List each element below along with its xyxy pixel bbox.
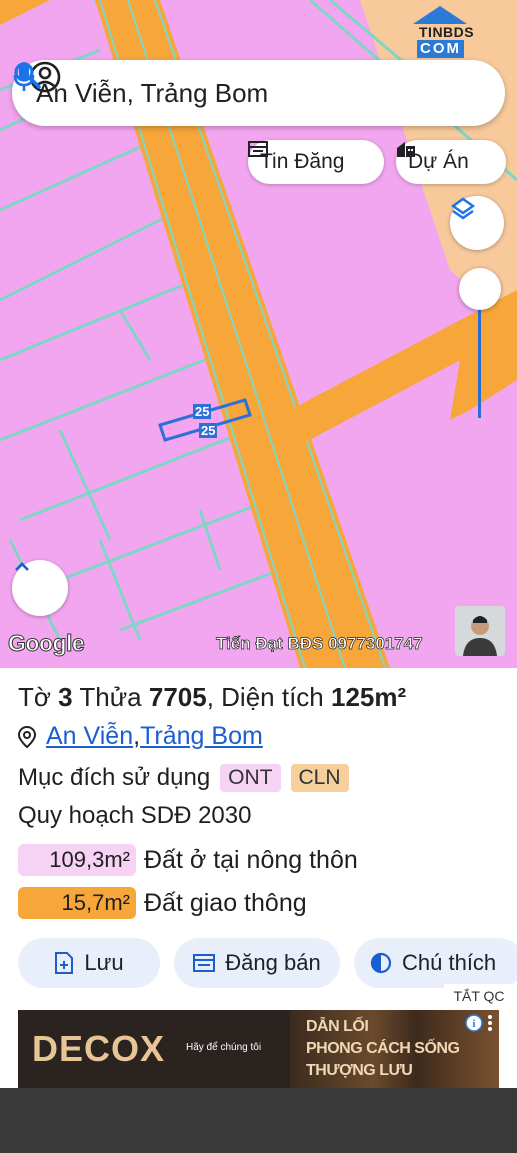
ad-headline: THƯỢNG LƯU — [306, 1062, 413, 1079]
location-separator: , — [133, 722, 141, 750]
layers-icon — [450, 197, 476, 220]
ont-tag: ONT — [220, 764, 281, 792]
watermark-text: COM — [417, 40, 464, 58]
person-avatar-icon — [455, 606, 505, 656]
land-area-value: 109,3m² — [18, 844, 136, 876]
land-use-row: 109,3m² Đất ở tại nông thôn — [18, 844, 358, 876]
opacity-slider-track[interactable] — [478, 300, 481, 418]
building-icon — [397, 142, 415, 157]
ad-tagline: Hãy để chúng tôi — [186, 1042, 262, 1053]
save-label: Lưu — [84, 950, 124, 975]
map-view[interactable]: 25 25 TINBDS COM An Viễn, Trảng Bom Tin … — [0, 0, 517, 668]
plot-dimension-label: 25 — [199, 423, 218, 438]
system-navigation-bar — [0, 1088, 517, 1153]
du-an-chip[interactable]: Dự Án — [396, 140, 506, 184]
land-area-value: 15,7m² — [18, 887, 136, 919]
chip-label: Tin Đăng — [260, 150, 345, 173]
purpose-label: Mục đích sử dụng — [18, 764, 211, 791]
map-layers-button[interactable] — [450, 196, 504, 250]
advertisement-banner[interactable]: DECOX Hãy để chúng tôi DẪN LỐI PHONG CÁC… — [18, 1010, 499, 1090]
land-use-label: Đất giao thông — [144, 888, 307, 917]
ad-brand: DECOX — [32, 1028, 166, 1069]
svg-text:i: i — [472, 1018, 475, 1030]
land-use-label: Đất ở tại nông thôn — [144, 845, 358, 874]
post-sale-button[interactable]: Đăng bán — [174, 938, 340, 988]
district-link[interactable]: Trảng Bom — [140, 722, 263, 751]
chip-label: Dự Án — [408, 150, 469, 173]
post-sale-label: Đăng bán — [225, 950, 321, 975]
commune-link[interactable]: An Viễn — [46, 722, 133, 751]
ad-headline: PHONG CÁCH SỐNG — [306, 1040, 460, 1057]
microphone-icon[interactable] — [12, 60, 36, 92]
listing-icon — [193, 954, 216, 972]
chevron-up-icon — [15, 562, 29, 571]
cln-tag: CLN — [290, 764, 349, 792]
info-icon[interactable]: i — [465, 1014, 483, 1032]
add-file-icon — [55, 952, 74, 974]
tinbds-watermark-logo: TINBDS COM — [411, 4, 475, 62]
ad-image-panel: DẪN LỐI PHONG CÁCH SỐNG THƯỢNG LƯU i — [290, 1010, 499, 1090]
author-avatar — [455, 606, 505, 656]
house-logo-icon — [413, 6, 467, 24]
location-pin-icon — [18, 725, 36, 748]
plot-dimension-label: 25 — [193, 404, 212, 419]
more-vertical-icon[interactable] — [487, 1014, 493, 1032]
opacity-slider-thumb[interactable] — [459, 268, 501, 310]
parcel-info-panel: Tờ 3 Thửa 7705, Diện tích 125m² An Viễn,… — [0, 668, 517, 1090]
search-bar[interactable]: An Viễn, Trảng Bom — [12, 60, 505, 126]
author-label: Tiến Đạt BĐS 0977301747 — [216, 634, 423, 654]
google-logo: Google — [7, 630, 85, 657]
listing-icon — [248, 141, 268, 157]
save-button[interactable]: Lưu — [18, 938, 160, 988]
ad-choices[interactable]: i — [465, 1014, 493, 1032]
close-ad-button[interactable]: TẮT QC — [444, 984, 514, 1008]
planning-label: Quy hoạch SDĐ 2030 — [18, 802, 252, 829]
legend-button[interactable]: Chú thích — [354, 938, 517, 988]
expand-up-button[interactable] — [12, 560, 68, 616]
search-query-text[interactable]: An Viễn, Trảng Bom — [36, 78, 505, 109]
land-use-row: 15,7m² Đất giao thông — [18, 887, 307, 919]
contrast-icon — [370, 952, 392, 974]
legend-label: Chú thích — [402, 950, 497, 975]
parcel-summary: Tờ 3 Thửa 7705, Diện tích 125m² — [18, 682, 407, 712]
ad-headline: DẪN LỐI — [306, 1018, 369, 1035]
tin-dang-chip[interactable]: Tin Đăng — [248, 140, 384, 184]
watermark-text: TINBDS — [419, 24, 475, 40]
land-use-purpose: Mục đích sử dụng ONT CLN — [18, 764, 349, 792]
parcel-location: An Viễn, Trảng Bom — [18, 722, 263, 751]
